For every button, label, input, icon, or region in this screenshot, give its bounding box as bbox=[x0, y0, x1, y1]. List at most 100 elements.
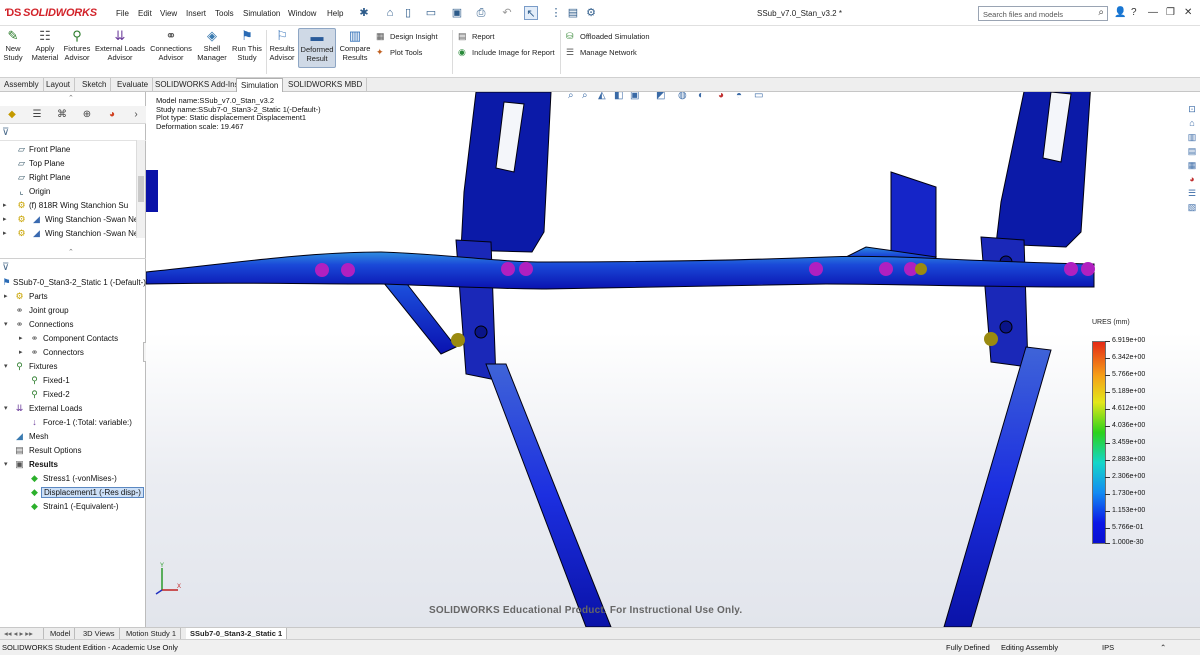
traffic-light-icon[interactable]: ⋮ bbox=[549, 6, 563, 20]
print-icon[interactable]: ⎙ bbox=[474, 6, 488, 20]
zoom-area-icon[interactable]: ⌕ bbox=[582, 92, 588, 101]
tab-simulation[interactable]: Simulation bbox=[236, 78, 284, 92]
new-document-icon[interactable]: ▯ bbox=[401, 6, 415, 20]
task-pane-expand-icon[interactable]: ⊡ bbox=[1186, 104, 1198, 116]
status-expand-icon[interactable]: ⌃ bbox=[1160, 643, 1166, 652]
menu-file[interactable]: File bbox=[116, 9, 129, 18]
tree-scrollbar[interactable] bbox=[136, 140, 145, 238]
user-icon[interactable]: 👤 bbox=[1114, 7, 1126, 18]
document-title: SSub_v7.0_Stan_v3.2 * bbox=[757, 9, 842, 18]
display-style-icon[interactable]: ◍ bbox=[678, 92, 687, 101]
collapse-arrow-icon[interactable]: ▾ bbox=[4, 460, 12, 468]
expand-arrow-icon[interactable]: ▸ bbox=[19, 334, 27, 342]
hide-show-icon[interactable]: ◐ bbox=[698, 92, 704, 101]
appearances-icon[interactable]: ◕ bbox=[1186, 174, 1198, 186]
design-library-icon[interactable]: ▥ bbox=[1186, 132, 1198, 144]
options-gear-icon[interactable]: ⚙ bbox=[584, 6, 598, 20]
scrollbar-thumb[interactable] bbox=[138, 176, 144, 202]
property-manager-tab-icon[interactable]: ☰ bbox=[29, 108, 45, 122]
shell-manager-button[interactable]: ◈ Shell Manager bbox=[196, 28, 228, 62]
fixture-marker bbox=[315, 263, 329, 277]
external-loads-advisor-button[interactable]: ⇊ External Loads Advisor bbox=[94, 28, 146, 62]
display-manager-tab-icon[interactable]: ◕ bbox=[104, 108, 120, 122]
section-view-icon[interactable]: ◧ bbox=[614, 92, 623, 101]
open-icon[interactable]: ▭ bbox=[424, 6, 438, 20]
view-palette-icon[interactable]: ▦ bbox=[1186, 160, 1198, 172]
expand-arrow-icon[interactable]: ▸ bbox=[3, 201, 11, 209]
tab-solidworks-mbd[interactable]: SOLIDWORKS MBD bbox=[284, 78, 368, 92]
configuration-manager-tab-icon[interactable]: ⌘ bbox=[54, 108, 70, 122]
menu-edit[interactable]: Edit bbox=[138, 9, 152, 18]
plot-tools-button[interactable]: ✦ Plot Tools bbox=[376, 47, 422, 58]
help-icon[interactable]: ? bbox=[1131, 7, 1137, 18]
filter-icon[interactable]: ⊽ bbox=[2, 127, 9, 138]
previous-view-icon[interactable]: ◭ bbox=[598, 92, 606, 101]
panel-collapse-dot-icon[interactable]: ⌃ bbox=[68, 94, 74, 102]
custom-properties-icon[interactable]: ☰ bbox=[1186, 188, 1198, 200]
tab-sketch[interactable]: Sketch bbox=[78, 78, 112, 92]
file-explorer-icon[interactable]: ▤ bbox=[1186, 146, 1198, 158]
viewport-minimize-icon[interactable]: — bbox=[1134, 92, 1143, 94]
rebuild-icon[interactable]: ▤ bbox=[566, 6, 580, 20]
fixtures-advisor-button[interactable]: ⚲ Fixtures Advisor bbox=[62, 28, 92, 62]
expand-arrow-icon[interactable]: ▸ bbox=[19, 348, 27, 356]
design-insight-button[interactable]: ▦ Design Insight bbox=[376, 31, 438, 42]
connections-advisor-button[interactable]: ⚭ Connections Advisor bbox=[148, 28, 194, 62]
report-button[interactable]: ▤ Report bbox=[458, 31, 495, 42]
view-settings-icon[interactable]: ▭ bbox=[754, 92, 763, 101]
viewport-close-icon[interactable]: ✕ bbox=[1184, 92, 1192, 94]
apply-material-button[interactable]: ☷ Apply Material bbox=[30, 28, 60, 62]
restore-icon[interactable]: ❐ bbox=[1166, 7, 1175, 18]
fixture-marker bbox=[519, 262, 533, 276]
menu-window[interactable]: Window bbox=[288, 9, 316, 18]
manage-network-button[interactable]: ☰ Manage Network bbox=[566, 47, 637, 58]
search-icon[interactable]: ⌕ bbox=[1098, 7, 1104, 18]
dynamic-annotation-icon[interactable]: ▣ bbox=[630, 92, 639, 101]
edit-appearance-icon[interactable]: ◕ bbox=[718, 92, 724, 101]
collapse-arrow-icon[interactable]: ▾ bbox=[4, 362, 12, 370]
menu-simulation[interactable]: Simulation bbox=[243, 9, 280, 18]
minimize-icon[interactable]: — bbox=[1148, 7, 1158, 18]
menu-help[interactable]: Help bbox=[327, 9, 343, 18]
save-icon[interactable]: ▣ bbox=[450, 6, 464, 20]
collapse-arrow-icon[interactable]: ▾ bbox=[4, 404, 12, 412]
tab-layout[interactable]: Layout bbox=[42, 78, 76, 92]
expand-arrow-icon[interactable]: ▸ bbox=[3, 215, 11, 223]
view-orientation-icon[interactable]: ◩ bbox=[656, 92, 665, 101]
filter-icon[interactable]: ⊽ bbox=[2, 262, 9, 273]
home-icon[interactable]: ⌂ bbox=[383, 6, 397, 20]
deformed-result-button[interactable]: ▬ Deformed Result bbox=[298, 28, 336, 68]
collapse-arrow-icon[interactable]: ▾ bbox=[4, 320, 12, 328]
expand-arrow-icon[interactable]: ▸ bbox=[4, 292, 12, 300]
panel-expand-icon[interactable]: › bbox=[128, 108, 144, 122]
splitter-dot-icon[interactable]: ⌃ bbox=[68, 248, 74, 256]
apply-scene-icon[interactable]: ◓ bbox=[736, 92, 742, 101]
solidworks-forum-icon[interactable]: ▧ bbox=[1186, 202, 1198, 214]
include-image-button[interactable]: ◉ Include Image for Report bbox=[458, 47, 555, 58]
resources-icon[interactable]: ⌂ bbox=[1186, 118, 1198, 130]
unit-system-button[interactable]: IPS bbox=[1102, 643, 1114, 652]
tab-evaluate[interactable]: Evaluate bbox=[113, 78, 154, 92]
select-icon[interactable]: ↖ bbox=[524, 6, 538, 20]
offloaded-simulation-button[interactable]: ⛁ Offloaded Simulation bbox=[566, 31, 650, 42]
results-advisor-button[interactable]: ⚐ Results Advisor bbox=[268, 28, 296, 62]
viewport-restore-icon[interactable]: ❐ bbox=[1160, 92, 1168, 94]
menu-insert[interactable]: Insert bbox=[186, 9, 206, 18]
compare-results-button[interactable]: ▥ Compare Results bbox=[338, 28, 372, 62]
new-study-button[interactable]: ✎ New Study bbox=[2, 28, 24, 62]
search-input[interactable]: Search files and models ⌕ bbox=[978, 6, 1108, 21]
menu-tools[interactable]: Tools bbox=[215, 9, 234, 18]
feature-manager-tab-icon[interactable]: ◆ bbox=[4, 108, 20, 122]
tab-solidworks-addins[interactable]: SOLIDWORKS Add-Ins bbox=[151, 78, 244, 92]
close-icon[interactable]: ✕ bbox=[1184, 7, 1192, 18]
dimxpert-tab-icon[interactable]: ⊕ bbox=[79, 108, 95, 122]
expand-arrow-icon[interactable]: ▸ bbox=[3, 229, 11, 237]
undo-icon[interactable]: ↶ bbox=[500, 6, 514, 20]
graphics-area[interactable]: Model name:SSub_v7.0_Stan_v3.2 Study nam… bbox=[146, 92, 1200, 627]
zoom-to-fit-icon[interactable]: ⌕ bbox=[568, 92, 574, 101]
tab-assembly[interactable]: Assembly bbox=[0, 78, 44, 92]
solidworks-logo[interactable]: ƊS SOLIDWORKS bbox=[5, 7, 97, 19]
pin-icon[interactable]: ✱ bbox=[357, 6, 371, 20]
menu-view[interactable]: View bbox=[160, 9, 177, 18]
run-study-button[interactable]: ⚑ Run This Study bbox=[230, 28, 264, 62]
